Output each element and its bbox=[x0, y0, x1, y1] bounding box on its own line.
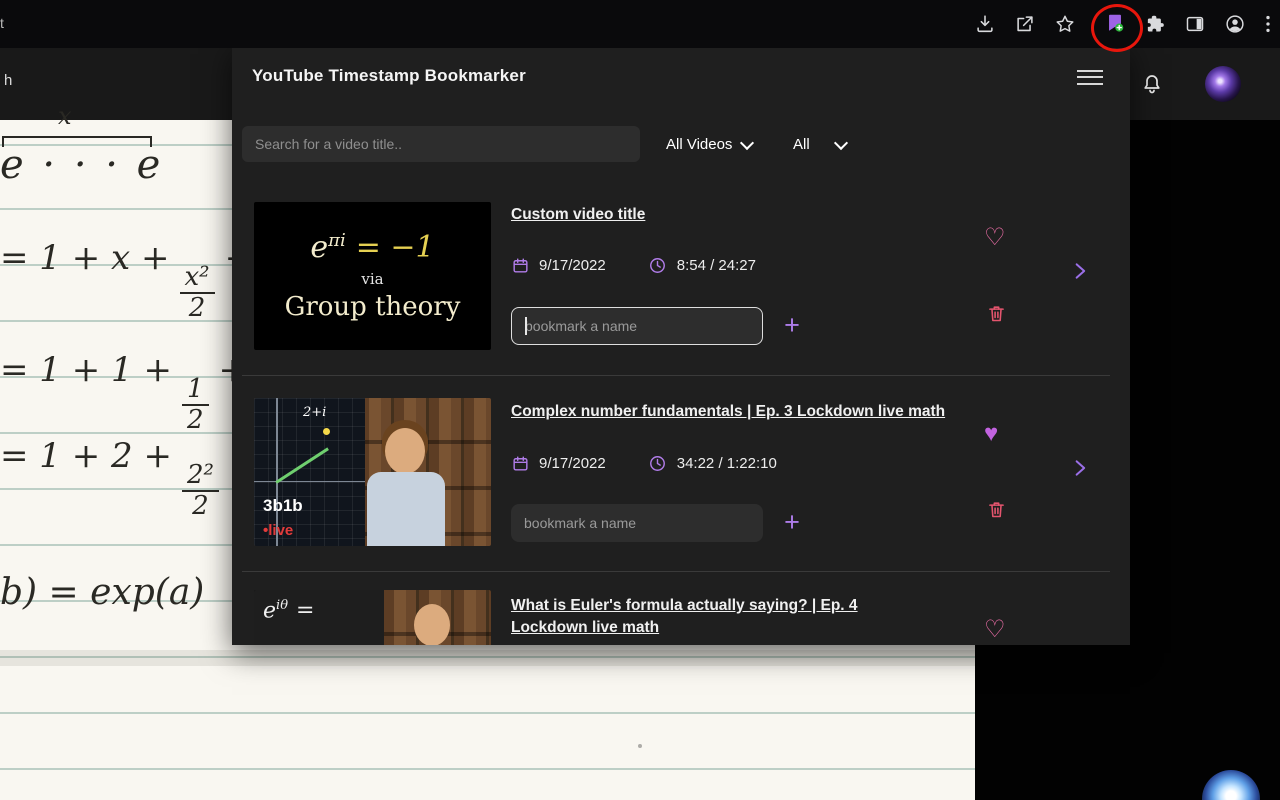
video-thumbnail[interactable]: 2+i 3b1b •live bbox=[254, 398, 491, 546]
video-title-link[interactable]: Custom video title bbox=[511, 204, 947, 226]
youtube-search-fragment: h bbox=[4, 72, 13, 89]
add-bookmark-button[interactable]: + bbox=[780, 504, 804, 542]
paper-speck bbox=[638, 744, 642, 748]
filter-type[interactable]: All bbox=[793, 135, 848, 153]
tab-title-fragment: t bbox=[0, 15, 4, 31]
browser-toolbar: t bbox=[0, 0, 1280, 48]
filter-type-label: All bbox=[793, 136, 810, 153]
avatar[interactable] bbox=[1205, 66, 1241, 102]
thumb-formula: eiθ = bbox=[263, 598, 315, 624]
notifications-bell-icon[interactable] bbox=[1140, 72, 1164, 96]
extension-popup: YouTube Timestamp Bookmarker All Videos … bbox=[232, 46, 1130, 645]
favorite-heart-icon[interactable]: ♡ bbox=[984, 618, 1010, 644]
video-title-link[interactable]: Complex number fundamentals | Ep. 3 Lock… bbox=[511, 401, 947, 423]
profile-icon[interactable] bbox=[1224, 13, 1246, 35]
download-icon[interactable] bbox=[974, 13, 996, 35]
text-caret bbox=[525, 317, 527, 335]
math-line-3-fraction: 2² 2 bbox=[181, 461, 219, 521]
side-panel-icon[interactable] bbox=[1184, 13, 1206, 35]
calendar-icon bbox=[513, 257, 528, 273]
math-line-1-pre: = 1 + x + bbox=[0, 238, 170, 278]
math-line-3: = 1 + 2 +2²2+ bbox=[0, 436, 257, 521]
bookmark-name-input[interactable] bbox=[511, 504, 763, 542]
thumb-formula: eπi = −1 bbox=[310, 230, 435, 265]
thumb-point-label: 2+i bbox=[303, 405, 327, 421]
clock-icon bbox=[649, 257, 665, 273]
expand-chevron-icon[interactable] bbox=[1070, 458, 1090, 480]
thumb-live-label: •live bbox=[263, 522, 294, 539]
thumb-brand-label: 3b1b bbox=[263, 496, 303, 515]
add-bookmark-button[interactable]: + bbox=[780, 307, 804, 345]
math-line-2: = 1 + 1 +12+ bbox=[0, 350, 247, 435]
video-meta: 9/17/2022 8:54 / 24:27 bbox=[511, 254, 756, 276]
expand-chevron-icon[interactable] bbox=[1070, 261, 1090, 283]
row-divider bbox=[242, 571, 1110, 572]
menu-hamburger-icon[interactable] bbox=[1077, 70, 1103, 86]
math-exponent-label: x bbox=[58, 102, 72, 130]
delete-trash-icon[interactable] bbox=[986, 499, 1007, 522]
video-date: 9/17/2022 bbox=[539, 256, 606, 274]
menu-dots-icon[interactable] bbox=[1257, 13, 1270, 35]
screen: t h x e · · · e = 1 + x + x² 2 = 1 + 1 +… bbox=[0, 0, 1280, 800]
popup-title: YouTube Timestamp Bookmarker bbox=[252, 66, 526, 85]
math-line-3-pre: = 1 + 2 + bbox=[0, 436, 172, 476]
share-icon[interactable] bbox=[1014, 13, 1036, 35]
star-icon[interactable] bbox=[1054, 13, 1076, 35]
row-divider bbox=[242, 375, 1110, 376]
math-line-1-fraction: x² 2 bbox=[179, 263, 215, 323]
delete-trash-icon[interactable] bbox=[986, 303, 1007, 326]
video-date: 9/17/2022 bbox=[539, 454, 606, 472]
extensions-puzzle-icon[interactable] bbox=[1144, 13, 1166, 35]
favorite-heart-icon[interactable]: ♥ bbox=[984, 422, 1010, 448]
filter-all-videos[interactable]: All Videos bbox=[666, 135, 755, 153]
extension-bookmark-icon[interactable] bbox=[1104, 12, 1126, 34]
video-timestamp: 8:54 / 24:27 bbox=[676, 256, 756, 274]
thumb-via-label: via bbox=[361, 270, 384, 288]
chevron-down-icon bbox=[740, 135, 755, 150]
thumb-blackboard: eiθ = bbox=[254, 590, 385, 645]
thumb-caption: Group theory bbox=[284, 292, 461, 322]
math-line-4: b) = exp(a) bbox=[0, 572, 205, 613]
math-line-2-fraction: 12 bbox=[181, 375, 209, 435]
chevron-down-icon bbox=[833, 135, 848, 150]
paper-shadow-band bbox=[0, 650, 975, 666]
video-title-link[interactable]: What is Euler's formula actually saying?… bbox=[511, 595, 931, 638]
video-meta: 9/17/2022 34:22 / 1:22:10 bbox=[511, 452, 777, 474]
video-thumbnail[interactable]: eπi = −1 via Group theory bbox=[254, 202, 491, 350]
person bbox=[414, 604, 450, 645]
favorite-heart-icon[interactable]: ♡ bbox=[984, 226, 1010, 252]
math-line-1: = 1 + x +x²2+ bbox=[0, 238, 253, 323]
filter-all-videos-label: All Videos bbox=[666, 136, 733, 153]
video-timestamp: 34:22 / 1:22:10 bbox=[676, 454, 777, 472]
video-thumbnail[interactable]: eiθ = bbox=[254, 590, 491, 645]
bookmark-name-input[interactable] bbox=[511, 307, 763, 345]
calendar-icon bbox=[513, 455, 528, 471]
clock-icon bbox=[649, 455, 665, 471]
math-line-2-pre: = 1 + 1 + bbox=[0, 350, 172, 390]
video-search-input[interactable] bbox=[242, 126, 640, 162]
math-e-series: e · · · e bbox=[0, 142, 164, 188]
